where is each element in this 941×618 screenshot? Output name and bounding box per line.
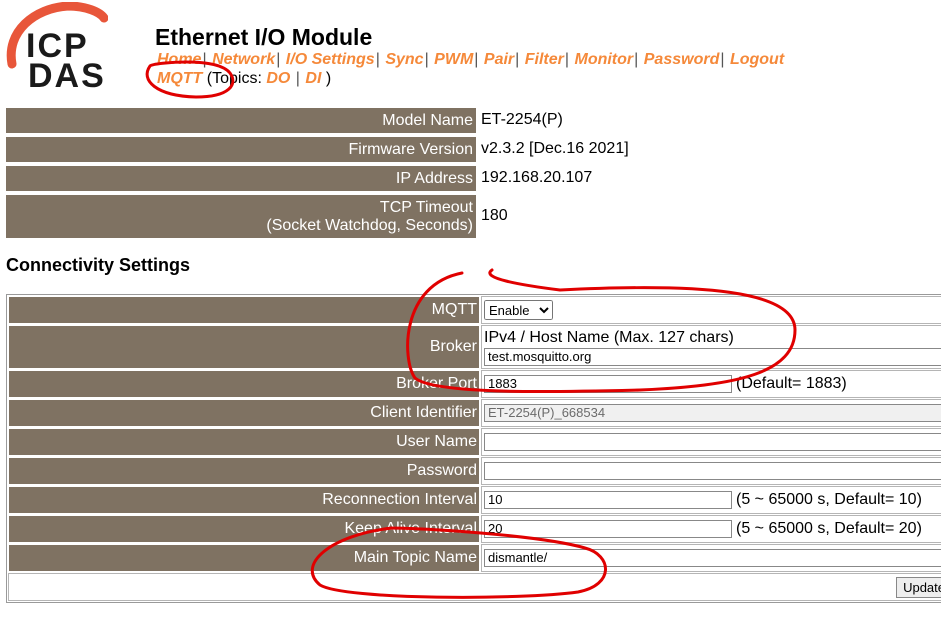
client-identifier-label: Client Identifier [8,399,480,427]
row-mqtt: MQTT Enable [8,296,941,324]
nav-separator: | [515,51,520,68]
reconnection-interval-note: (5 ~ 65000 s, Default= 10) [736,491,922,509]
logo-text-das: DAS [28,57,106,94]
nav-mqtt[interactable]: MQTT [157,70,202,87]
ip-address-value: 192.168.20.107 [481,169,593,186]
broker-cell: IPv4 / Host Name (Max. 127 chars) [481,325,941,369]
nav-pair[interactable]: Pair [484,51,514,68]
password-label: Password [8,457,480,485]
nav-separator: | [720,51,725,68]
model-name-value: ET-2254(P) [481,111,563,128]
password-input[interactable] [484,461,941,480]
nav-separator: | [291,70,305,87]
mqtt-cell: Enable [481,296,941,324]
info-row-tcp-timeout: TCP Timeout (Socket Watchdog, Seconds) 1… [6,194,784,238]
broker-hint: IPv4 / Host Name (Max. 127 chars) [484,328,734,346]
nav-separator: | [276,51,281,68]
info-row-firmware: Firmware Version v2.3.2 [Dec.16 2021] [6,136,784,162]
firmware-version-value: v2.3.2 [Dec.16 2021] [481,140,629,157]
row-keep-alive-interval: Keep Alive Interval (5 ~ 65000 s, Defaul… [8,515,941,543]
nav-separator: | [634,51,639,68]
section-title-connectivity: Connectivity Settings [6,255,191,275]
topics-prefix: (Topics: [206,70,262,87]
row-broker: Broker IPv4 / Host Name (Max. 127 chars) [8,325,941,369]
nav-password[interactable]: Password [644,51,720,68]
icpdas-logo: ICP DAS [4,1,109,95]
main-topic-name-label: Main Topic Name [8,544,480,572]
keep-alive-interval-note: (5 ~ 65000 s, Default= 20) [736,520,922,538]
topics-suffix: ) [325,70,332,87]
nav-io-settings[interactable]: I/O Settings [286,51,375,68]
row-password: Password [8,457,941,485]
mqtt-enable-select[interactable]: Enable [484,300,553,320]
broker-port-input[interactable] [484,374,732,393]
mqtt-nav: MQTT (Topics: DO | DI ) [157,69,331,89]
main-topic-name-input[interactable] [484,548,941,567]
broker-host-input[interactable] [484,347,941,366]
user-name-cell [481,428,941,456]
user-name-label: User Name [8,428,480,456]
nav-home[interactable]: Home [157,51,201,68]
broker-label: Broker [8,325,480,369]
broker-port-note: (Default= 1883) [736,375,847,393]
firmware-version-label: Firmware Version [6,136,476,162]
tcp-timeout-label-line2: (Socket Watchdog, Seconds) [266,216,473,234]
row-client-identifier: Client Identifier [8,399,941,427]
row-main-topic-name: Main Topic Name [8,544,941,572]
nav-topic-di[interactable]: DI [305,70,321,87]
main-nav: Home| Network| I/O Settings| Sync| PWM| … [157,50,784,70]
tcp-timeout-label-line1: TCP Timeout [379,198,473,216]
keep-alive-interval-cell: (5 ~ 65000 s, Default= 20) [481,515,941,543]
keep-alive-interval-input[interactable] [484,519,732,538]
nav-monitor[interactable]: Monitor [574,51,633,68]
model-name-label: Model Name [6,107,476,133]
nav-sync[interactable]: Sync [385,51,423,68]
info-row-ip: IP Address 192.168.20.107 [6,165,784,191]
nav-topic-do[interactable]: DO [266,70,290,87]
row-reconnection-interval: Reconnection Interval (5 ~ 65000 s, Defa… [8,486,941,514]
row-update: Update [8,573,941,601]
nav-separator: | [474,51,479,68]
user-name-input[interactable] [484,432,941,451]
reconnection-interval-label: Reconnection Interval [8,486,480,514]
client-identifier-input [484,403,941,422]
update-button[interactable]: Update [896,576,941,598]
ip-address-label: IP Address [6,165,476,191]
nav-separator: | [202,51,207,68]
main-topic-name-cell [481,544,941,572]
row-broker-port: Broker Port (Default= 1883) [8,370,941,398]
nav-network[interactable]: Network [212,51,275,68]
client-identifier-cell [481,399,941,427]
update-cell: Update [8,573,941,601]
nav-filter[interactable]: Filter [525,51,564,68]
keep-alive-interval-label: Keep Alive Interval [8,515,480,543]
mqtt-label: MQTT [8,296,480,324]
broker-port-cell: (Default= 1883) [481,370,941,398]
nav-separator: | [424,51,429,68]
info-row-model: Model Name ET-2254(P) [6,107,784,133]
nav-logout[interactable]: Logout [730,51,784,68]
nav-separator: | [564,51,570,68]
row-user-name: User Name [8,428,941,456]
broker-port-label: Broker Port [8,370,480,398]
tcp-timeout-value: 180 [481,207,508,224]
password-cell [481,457,941,485]
nav-separator: | [375,51,380,68]
reconnection-interval-cell: (5 ~ 65000 s, Default= 10) [481,486,941,514]
tcp-timeout-label: TCP Timeout (Socket Watchdog, Seconds) [6,194,476,238]
nav-pwm[interactable]: PWM [434,51,473,68]
reconnection-interval-input[interactable] [484,490,732,509]
connectivity-settings-table: MQTT Enable Broker IPv4 / Host Name (Max… [6,294,941,603]
module-info-table: Model Name ET-2254(P) Firmware Version v… [6,104,784,241]
page-title: Ethernet I/O Module [155,24,373,50]
